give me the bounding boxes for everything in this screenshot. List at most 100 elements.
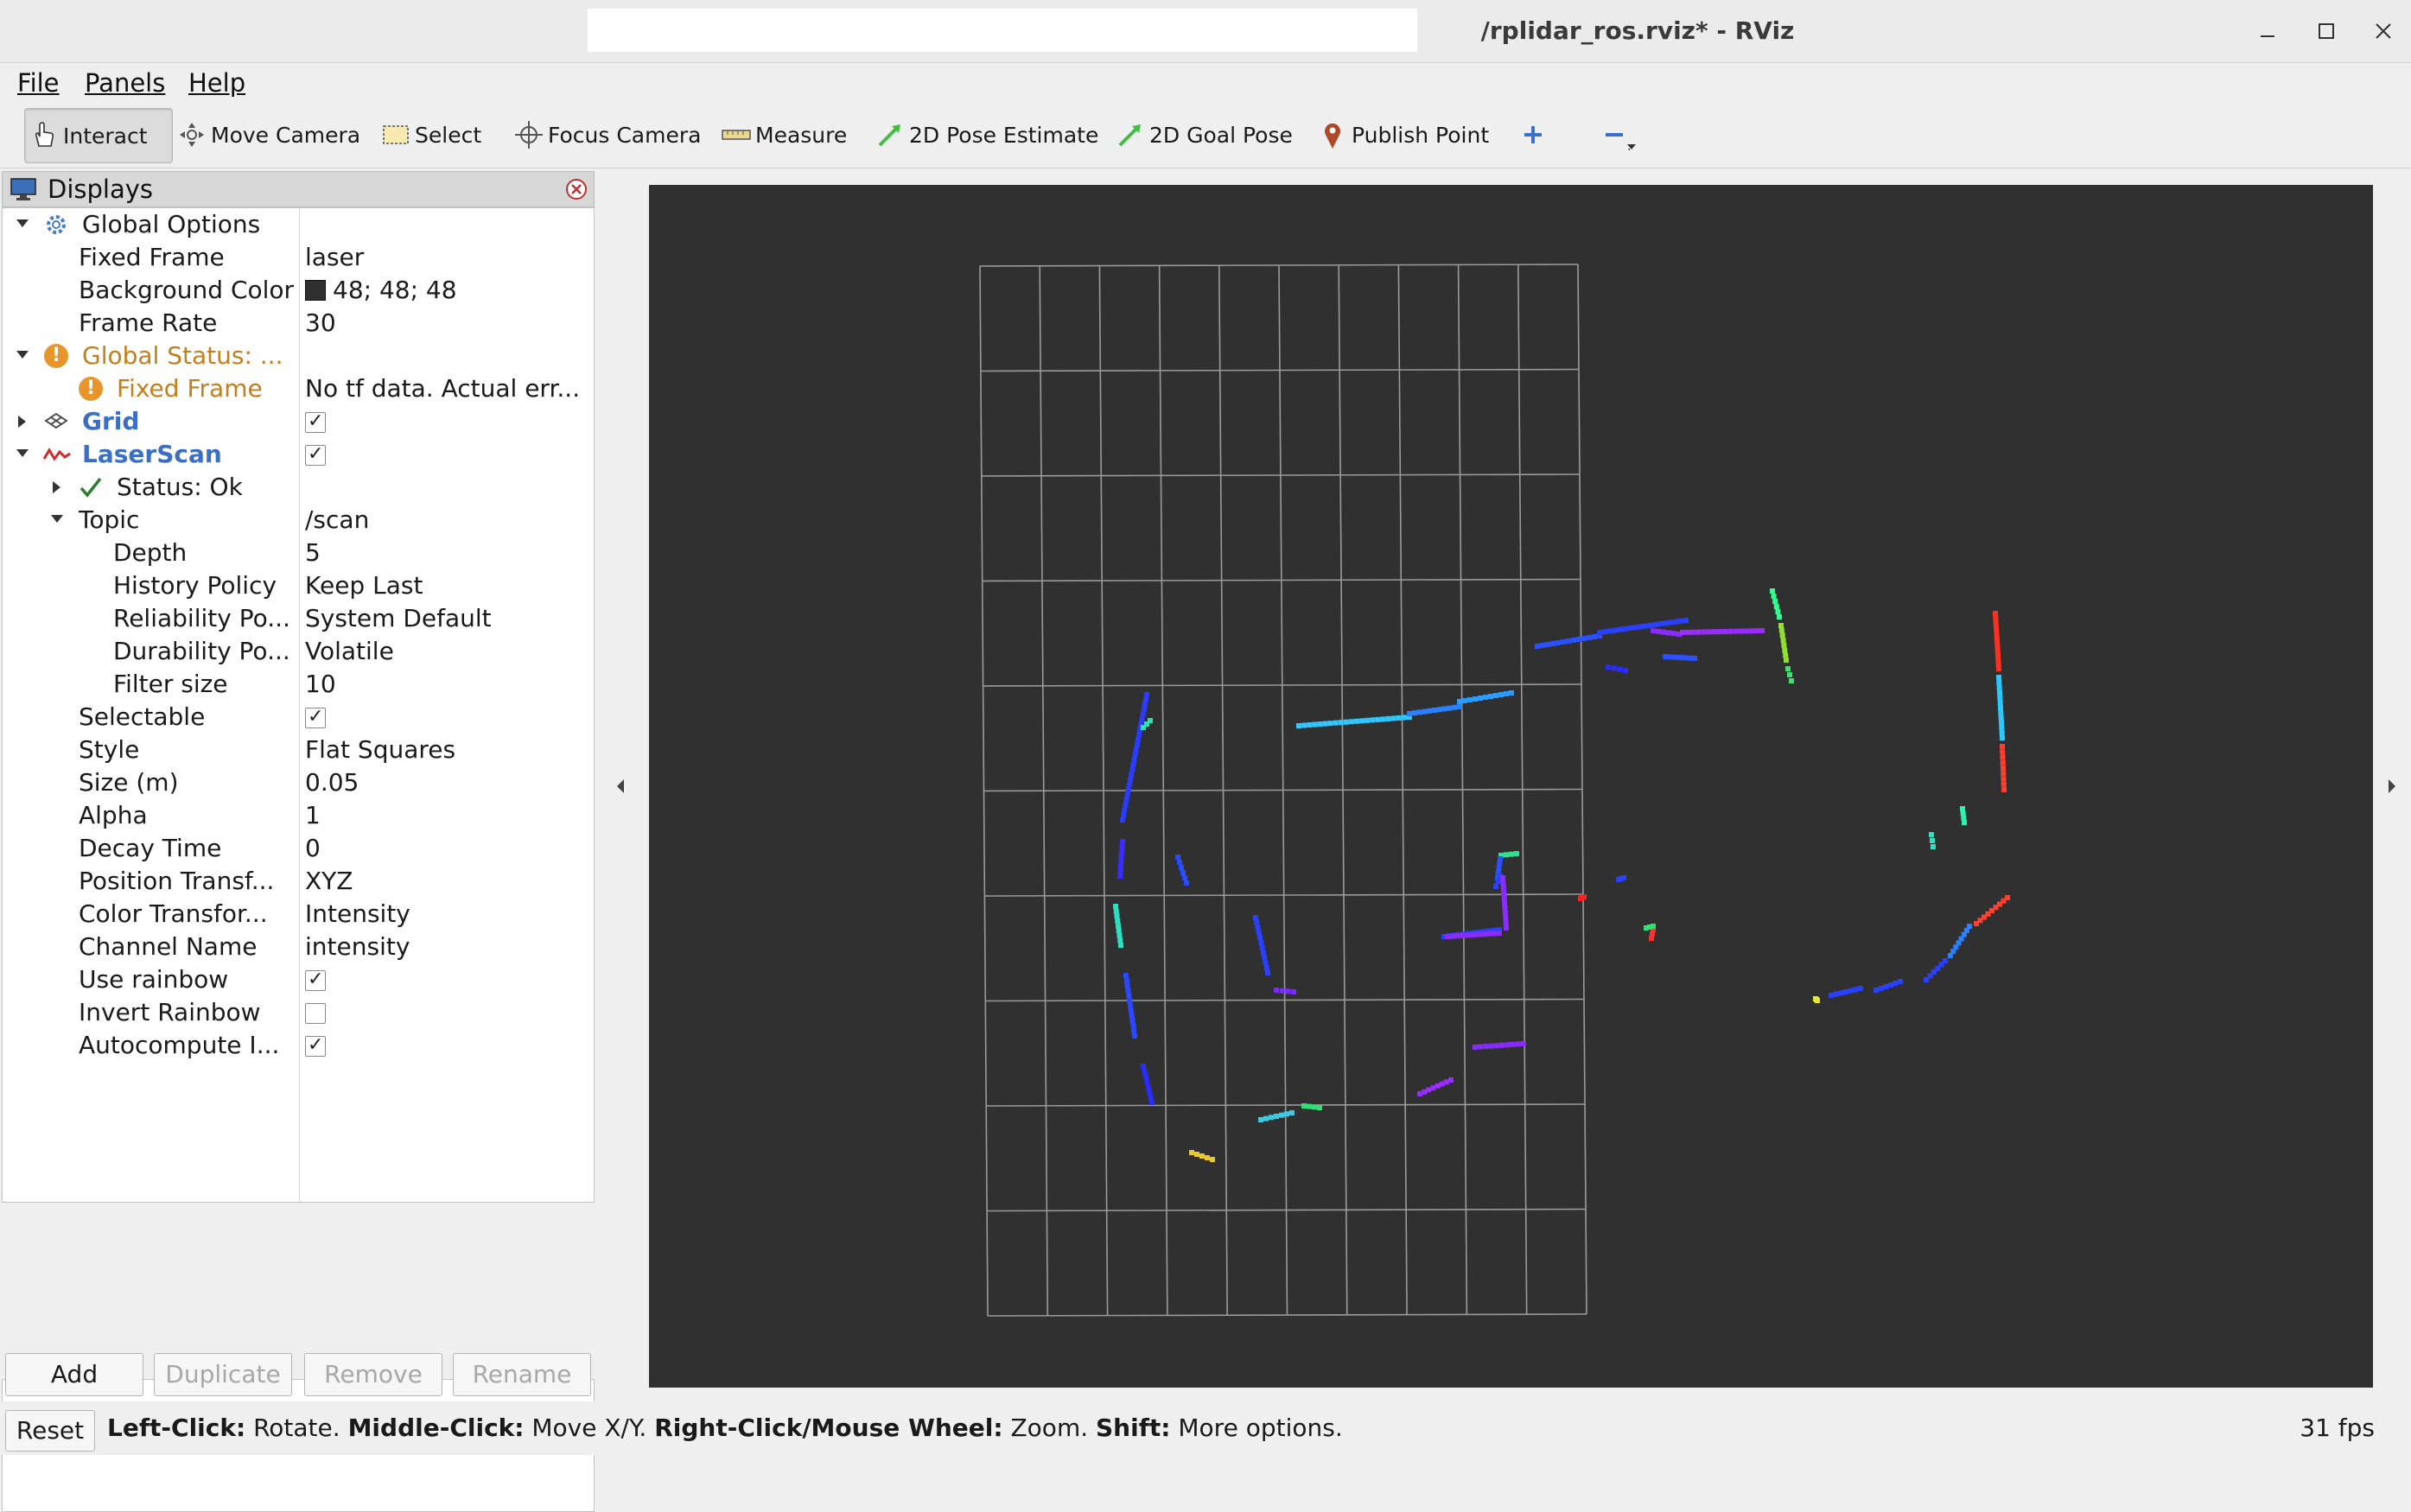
- filter-size-value[interactable]: 10: [305, 668, 590, 701]
- frame-rate-value[interactable]: 30: [305, 307, 590, 340]
- panel-splitter[interactable]: [598, 169, 648, 1388]
- scan-point: [1642, 623, 1648, 629]
- render-viewport[interactable]: [649, 185, 2373, 1388]
- topic-value[interactable]: /scan: [305, 504, 590, 537]
- use-rainbow-checkbox[interactable]: [305, 963, 326, 996]
- menu-file[interactable]: File: [17, 63, 60, 103]
- invert-rainbow-checkbox[interactable]: [305, 1003, 326, 1024]
- render-canvas[interactable]: [649, 185, 2373, 1388]
- tree-row-topic[interactable]: Topic /scan: [3, 504, 594, 537]
- add-tool-button[interactable]: [1517, 108, 1552, 162]
- decay-time-value[interactable]: 0: [305, 832, 590, 865]
- tree-row-status-ok[interactable]: Status: Ok: [3, 471, 594, 504]
- tree-row-fixed-frame[interactable]: Fixed Frame laser: [3, 241, 594, 274]
- tree-row-grid[interactable]: Grid: [3, 405, 594, 438]
- collapse-arrow-icon[interactable]: [18, 416, 26, 428]
- fixed-frame-value[interactable]: laser: [305, 241, 590, 274]
- tree-row-global-options[interactable]: Global Options: [3, 208, 594, 241]
- tree-row-filter-size[interactable]: Filter size 10: [3, 668, 594, 701]
- close-window-button[interactable]: [2364, 12, 2402, 50]
- pose-estimate-tool-label: 2D Pose Estimate: [909, 122, 1099, 148]
- tree-row-global-status[interactable]: ! Global Status: ...: [3, 340, 594, 372]
- scan-point: [1322, 721, 1328, 727]
- scan-point: [1142, 696, 1148, 702]
- menu-panels[interactable]: Panels: [85, 63, 165, 103]
- durability-policy-value[interactable]: Volatile: [305, 635, 590, 668]
- style-value[interactable]: Flat Squares: [305, 734, 590, 766]
- tree-row-channel-name[interactable]: Channel Name intensity: [3, 931, 594, 963]
- decay-time-label: Decay Time: [79, 834, 222, 862]
- background-color-value[interactable]: 48; 48; 48: [305, 274, 590, 307]
- expand-arrow-icon[interactable]: [16, 449, 29, 457]
- autocompute-intensity-checkbox[interactable]: [305, 1029, 326, 1062]
- goal-pose-tool-label: 2D Goal Pose: [1149, 122, 1293, 148]
- focus-camera-tool-button[interactable]: Focus Camera: [513, 108, 701, 162]
- tree-row-status-fixed-frame[interactable]: ! Fixed Frame No tf data. Actual err...: [3, 372, 594, 405]
- scan-point: [1997, 689, 2002, 696]
- tree-row-history-policy[interactable]: History Policy Keep Last: [3, 569, 594, 602]
- pose-estimate-tool-button[interactable]: 2D Pose Estimate: [875, 108, 1098, 162]
- laserscan-enabled-checkbox[interactable]: [305, 438, 326, 471]
- history-policy-value[interactable]: Keep Last: [305, 569, 590, 602]
- scan-point: [1317, 1105, 1322, 1110]
- scan-point: [1878, 986, 1884, 991]
- channel-name-label: Channel Name: [79, 932, 258, 961]
- expand-arrow-icon[interactable]: [51, 515, 63, 523]
- expand-arrow-icon[interactable]: [16, 219, 29, 227]
- remove-tool-button[interactable]: [1599, 108, 1640, 162]
- scan-point: [1514, 851, 1519, 856]
- remove-display-button[interactable]: Remove: [304, 1353, 442, 1396]
- goal-pose-tool-button[interactable]: 2D Goal Pose: [1115, 108, 1293, 162]
- publish-point-tool-button[interactable]: Publish Point: [1317, 108, 1489, 162]
- tree-row-position-transformer[interactable]: Position Transf... XYZ: [3, 865, 594, 898]
- menu-help[interactable]: Help: [188, 63, 245, 103]
- tree-row-size[interactable]: Size (m) 0.05: [3, 766, 594, 799]
- collapse-arrow-icon[interactable]: [53, 481, 60, 493]
- scan-point: [1130, 1023, 1136, 1029]
- color-transformer-value[interactable]: Intensity: [305, 898, 590, 931]
- tree-row-decay-time[interactable]: Decay Time 0: [3, 832, 594, 865]
- selectable-checkbox[interactable]: [305, 701, 326, 734]
- right-panel-handle[interactable]: [2373, 169, 2411, 1388]
- duplicate-display-button[interactable]: Duplicate: [154, 1353, 292, 1396]
- collapse-right-icon[interactable]: [2385, 776, 2399, 797]
- tree-row-autocompute[interactable]: Autocompute I...: [3, 1029, 594, 1062]
- rename-display-button[interactable]: Rename: [453, 1353, 591, 1396]
- interact-tool-button[interactable]: Interact: [24, 108, 173, 163]
- reliability-policy-value[interactable]: System Default: [305, 602, 590, 635]
- add-display-button[interactable]: Add: [5, 1353, 143, 1396]
- depth-value[interactable]: 5: [305, 537, 590, 569]
- close-panel-icon[interactable]: [564, 177, 588, 201]
- minimize-button[interactable]: [2249, 12, 2287, 50]
- tree-row-alpha[interactable]: Alpha 1: [3, 799, 594, 832]
- tree-row-durability-policy[interactable]: Durability Po... Volatile: [3, 635, 594, 668]
- channel-name-value[interactable]: intensity: [305, 931, 590, 963]
- grid-enabled-checkbox[interactable]: [305, 405, 326, 438]
- scan-point: [1447, 705, 1453, 711]
- maximize-button[interactable]: [2307, 12, 2345, 50]
- scan-point: [1652, 621, 1658, 627]
- reset-button[interactable]: Reset: [5, 1410, 95, 1452]
- tree-row-selectable[interactable]: Selectable: [3, 701, 594, 734]
- move-camera-tool-button[interactable]: Move Camera: [176, 108, 360, 162]
- expand-arrow-icon[interactable]: [16, 351, 29, 359]
- tree-row-invert-rainbow[interactable]: Invert Rainbow: [3, 996, 594, 1029]
- tree-row-reliability-policy[interactable]: Reliability Po... System Default: [3, 602, 594, 635]
- position-transformer-value[interactable]: XYZ: [305, 865, 590, 898]
- tree-row-background-color[interactable]: Background Color 48; 48; 48: [3, 274, 594, 307]
- alpha-value[interactable]: 1: [305, 799, 590, 832]
- select-tool-button[interactable]: Select: [380, 108, 481, 162]
- scan-point: [1291, 989, 1296, 994]
- tree-row-frame-rate[interactable]: Frame Rate 30: [3, 307, 594, 340]
- size-value[interactable]: 0.05: [305, 766, 590, 799]
- tree-row-color-transformer[interactable]: Color Transfor... Intensity: [3, 898, 594, 931]
- tree-row-use-rainbow[interactable]: Use rainbow: [3, 963, 594, 996]
- tree-row-style[interactable]: Style Flat Squares: [3, 734, 594, 766]
- scan-point: [1407, 711, 1412, 716]
- measure-tool-button[interactable]: Measure: [721, 108, 847, 162]
- scan-point: [1253, 915, 1258, 920]
- scan-point: [1467, 697, 1473, 702]
- tree-row-depth[interactable]: Depth 5: [3, 537, 594, 569]
- tree-row-laserscan[interactable]: LaserScan: [3, 438, 594, 471]
- collapse-left-icon[interactable]: [614, 776, 627, 797]
